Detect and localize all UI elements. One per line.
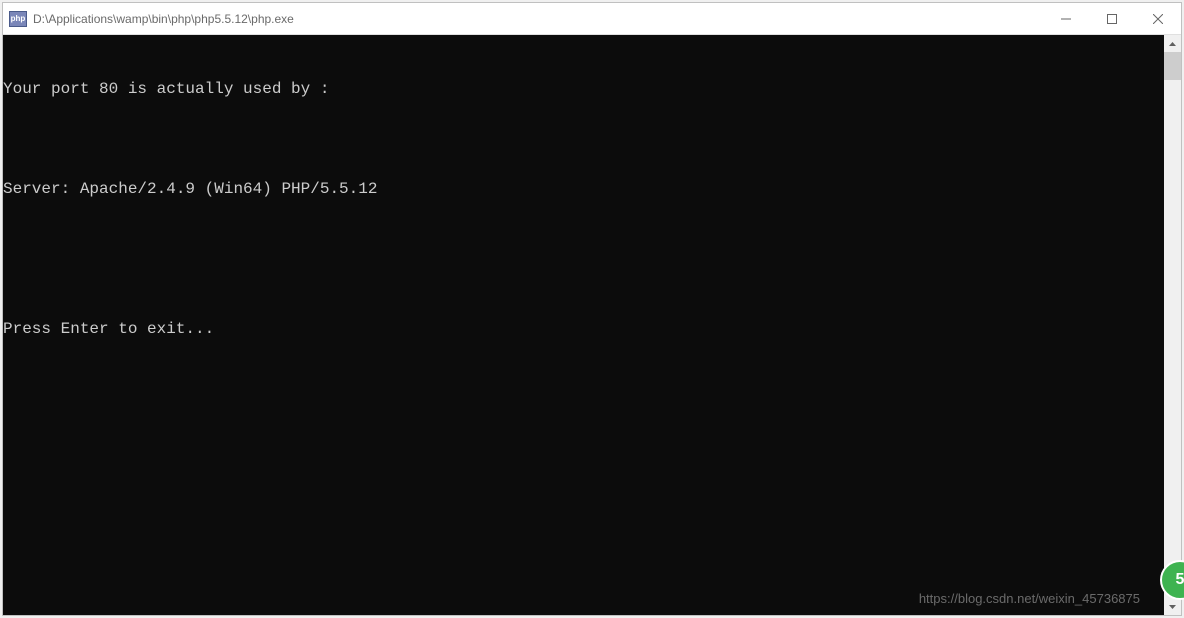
- scroll-down-button[interactable]: [1164, 598, 1181, 615]
- console-line: Press Enter to exit...: [3, 319, 1164, 339]
- console-output[interactable]: Your port 80 is actually used by : Serve…: [3, 35, 1164, 615]
- console-line: Your port 80 is actually used by :: [3, 79, 1164, 99]
- console-window: php D:\Applications\wamp\bin\php\php5.5.…: [2, 2, 1182, 616]
- app-icon-label: php: [11, 14, 26, 23]
- chevron-down-icon: [1169, 605, 1176, 609]
- chevron-up-icon: [1169, 42, 1176, 46]
- scroll-track[interactable]: [1164, 52, 1181, 598]
- badge-text: 5: [1176, 571, 1184, 589]
- content-area: Your port 80 is actually used by : Serve…: [3, 35, 1181, 615]
- watermark-text: https://blog.csdn.net/weixin_45736875: [919, 589, 1140, 609]
- window-title: D:\Applications\wamp\bin\php\php5.5.12\p…: [33, 12, 1043, 26]
- minimize-button[interactable]: [1043, 3, 1089, 35]
- window-controls: [1043, 3, 1181, 34]
- scroll-up-button[interactable]: [1164, 35, 1181, 52]
- maximize-icon: [1107, 14, 1117, 24]
- close-icon: [1153, 14, 1163, 24]
- maximize-button[interactable]: [1089, 3, 1135, 35]
- scroll-thumb[interactable]: [1164, 52, 1181, 80]
- minimize-icon: [1061, 14, 1071, 24]
- close-button[interactable]: [1135, 3, 1181, 35]
- app-icon: php: [9, 11, 27, 27]
- console-line: Server: Apache/2.4.9 (Win64) PHP/5.5.12: [3, 179, 1164, 199]
- titlebar[interactable]: php D:\Applications\wamp\bin\php\php5.5.…: [3, 3, 1181, 35]
- vertical-scrollbar[interactable]: [1164, 35, 1181, 615]
